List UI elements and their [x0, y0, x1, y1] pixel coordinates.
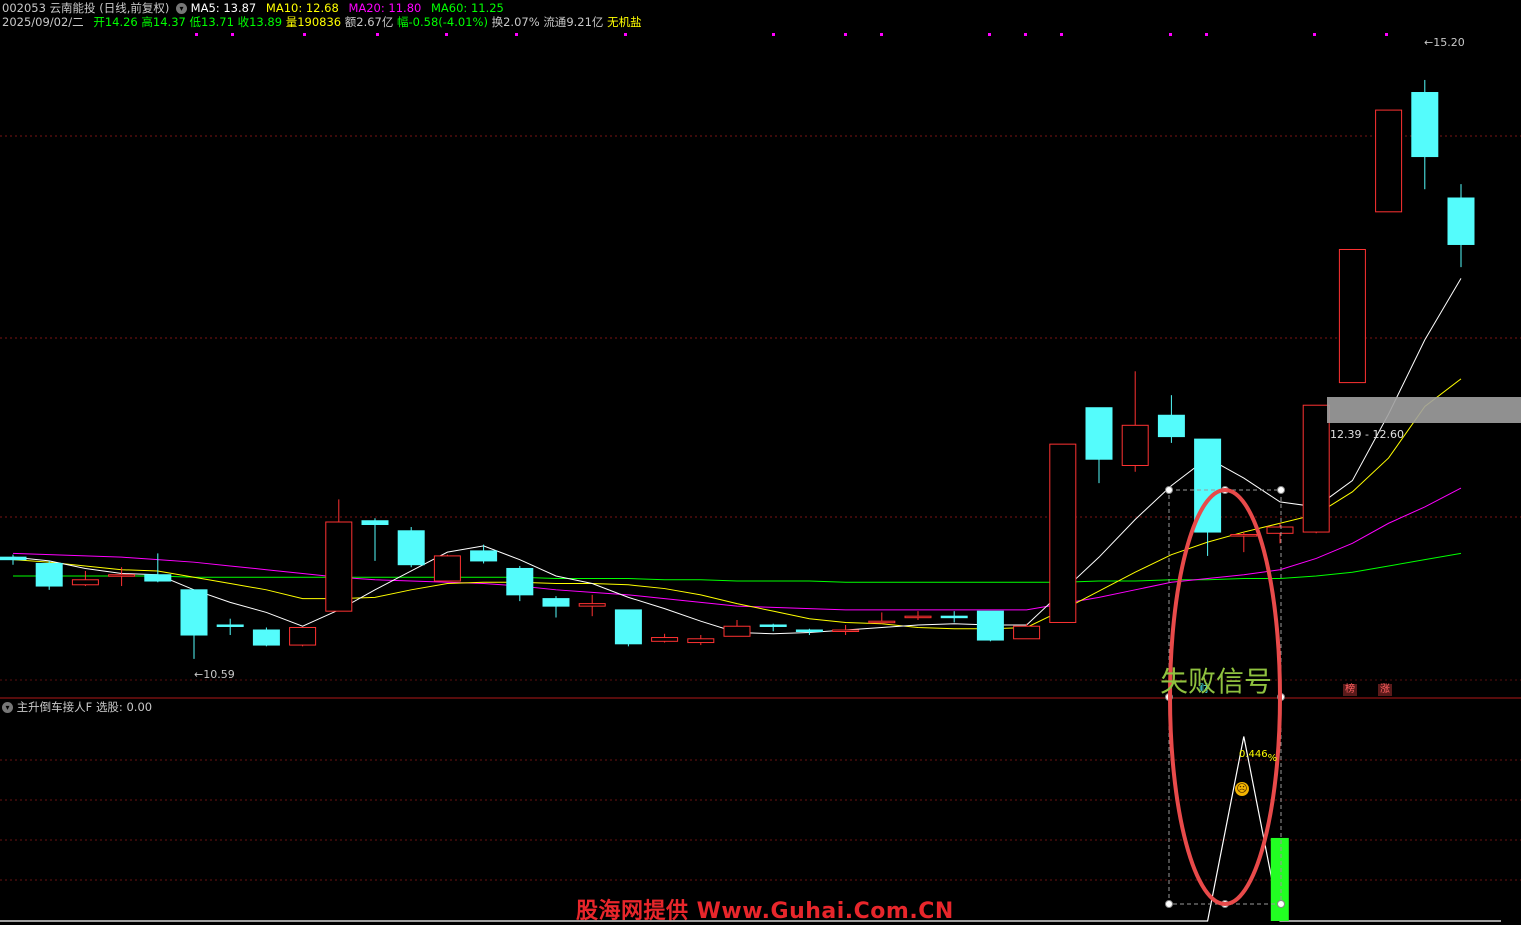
- low-price-label: ←10.59: [194, 668, 235, 681]
- candle-body: [1376, 110, 1402, 212]
- marker-dot: [844, 33, 847, 36]
- candle-body: [398, 531, 424, 565]
- candle-body: [1086, 408, 1112, 459]
- candle-body: [181, 590, 207, 635]
- candle-body: [833, 630, 859, 632]
- marker-dot: [880, 33, 883, 36]
- marker-dot: [988, 33, 991, 36]
- candle-body: [1014, 626, 1040, 639]
- candle-body: [1303, 405, 1329, 532]
- candles: [0, 80, 1474, 659]
- watermark: 股海网提供 Www.Guhai.Com.CN: [576, 893, 954, 925]
- ma60-line: [13, 553, 1461, 582]
- grid-lines: [0, 136, 1521, 880]
- candle-body: [217, 625, 243, 627]
- candle-body: [688, 639, 714, 643]
- candle-body: [615, 610, 641, 644]
- candle-body: [543, 599, 569, 607]
- candle-body: [977, 611, 1003, 640]
- selection-handle: [1166, 487, 1173, 494]
- candle-body: [579, 604, 605, 607]
- marker-dot: [376, 33, 379, 36]
- marker-dot: [1205, 33, 1208, 36]
- candle-body: [1267, 527, 1293, 533]
- high-price-label: ←15.20: [1424, 36, 1465, 49]
- candle-body: [1158, 415, 1184, 436]
- candle-body: [0, 557, 26, 560]
- marker-dot: [1385, 33, 1388, 36]
- candle-body: [1339, 249, 1365, 382]
- marker-dot: [1169, 33, 1172, 36]
- pct-label: 0.446%: [1239, 749, 1277, 760]
- marker-dot: [624, 33, 627, 36]
- candle-body: [253, 630, 279, 645]
- candle-body: [36, 563, 62, 586]
- rank-tag[interactable]: 榜: [1343, 684, 1357, 696]
- candle-body: [290, 627, 316, 645]
- candle-body: [326, 522, 352, 611]
- indicator-bar: [1271, 838, 1289, 921]
- marker-dot: [1060, 33, 1063, 36]
- sad-face-icon: ☹: [1235, 782, 1249, 796]
- marker-dot: [1024, 33, 1027, 36]
- selection-handle: [1278, 901, 1285, 908]
- rise-tag[interactable]: 涨: [1378, 684, 1392, 696]
- candle-body: [72, 580, 98, 585]
- candle-body: [471, 551, 497, 561]
- candle-body: [362, 521, 388, 525]
- marker-dot: [515, 33, 518, 36]
- selection-handle: [1166, 901, 1173, 908]
- top-markers: [195, 33, 1388, 36]
- marker-dot: [445, 33, 448, 36]
- candle-body: [109, 575, 135, 577]
- candle-body: [1412, 93, 1438, 157]
- selection-handle: [1278, 487, 1285, 494]
- candle-body: [869, 621, 895, 623]
- candle-body: [1122, 425, 1148, 465]
- kline-chart[interactable]: [0, 0, 1521, 924]
- candle-body: [760, 625, 786, 627]
- marker-dot: [231, 33, 234, 36]
- candle-body: [1231, 535, 1257, 537]
- fail-signal-text: 失败信号: [1160, 660, 1272, 700]
- marker-dot: [195, 33, 198, 36]
- marker-dot: [1313, 33, 1316, 36]
- candle-body: [796, 630, 822, 632]
- candle-body: [434, 556, 460, 581]
- price-range-box: [1327, 397, 1521, 423]
- candle-body: [1448, 198, 1474, 244]
- candle-body: [145, 575, 171, 581]
- ma5-line: [13, 278, 1461, 633]
- range-label: 12.39 - 12.60: [1330, 428, 1404, 441]
- candle-body: [507, 568, 533, 594]
- candle-body: [724, 626, 750, 636]
- marker-dot: [772, 33, 775, 36]
- candle-body: [1050, 444, 1076, 622]
- candle-body: [652, 638, 678, 642]
- candle-body: [941, 616, 967, 618]
- moving-averages: [13, 278, 1461, 633]
- marker-dot: [303, 33, 306, 36]
- candle-body: [905, 616, 931, 618]
